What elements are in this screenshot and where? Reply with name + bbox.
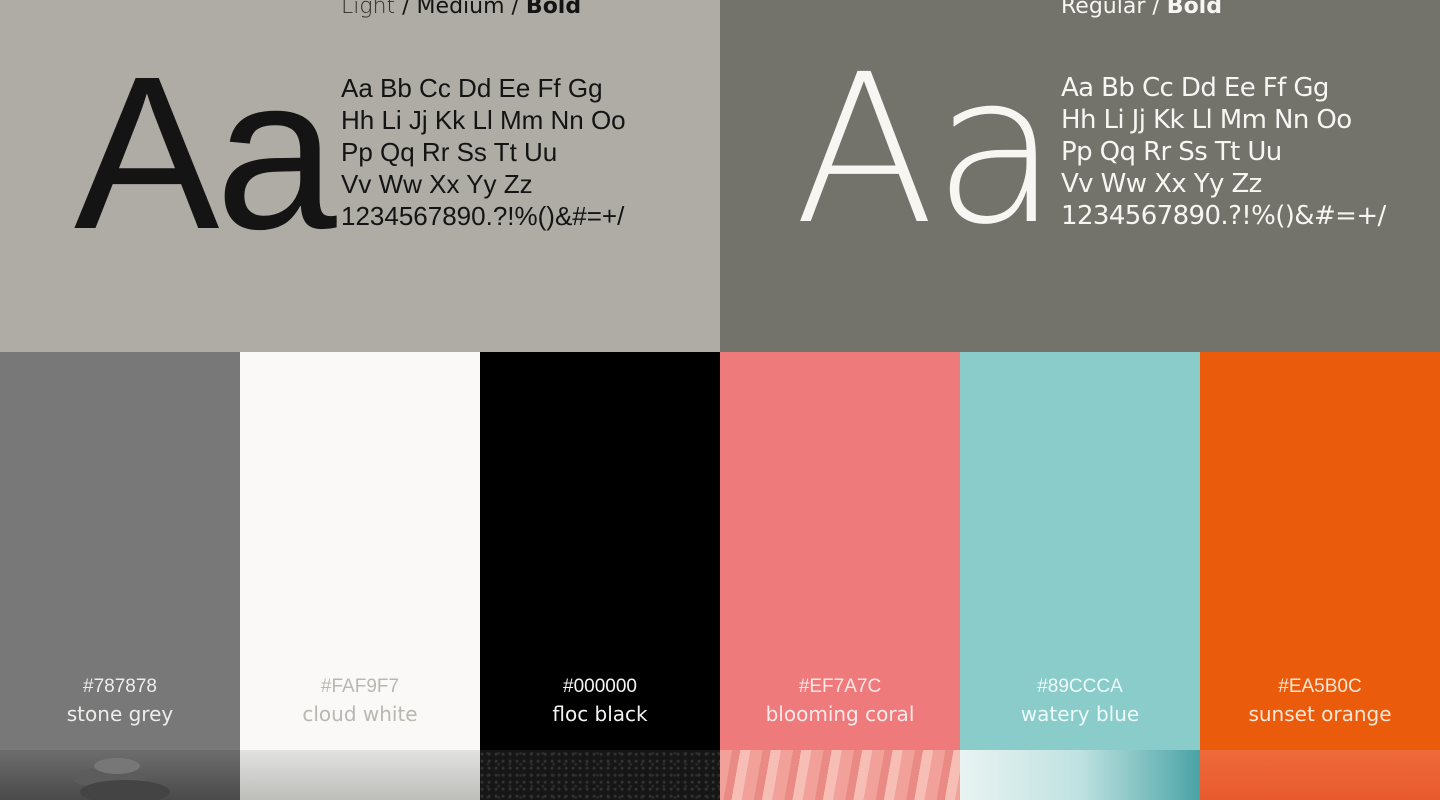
color-swatch-sunset-orange: #EA5B0C sunset orange [1200,352,1440,800]
secondary-typeface-panel: Regular / Bold Aa Aa Bb Cc Dd Ee Ff Gg H… [720,0,1440,352]
weight-medium-label: Medium [416,0,505,19]
swatch-color-name: cloud white [302,702,418,726]
glyph-line: Hh Li Jj Kk Ll Mm Nn Oo [341,105,626,135]
weight-separator: / [504,0,526,19]
glyph-line: 1234567890.?!%()&#=+/ [1061,201,1386,231]
swatch-hex-code: #FAF9F7 [320,676,400,697]
clouds-photo [240,750,480,800]
color-swatch-cloud-white: #FAF9F7 cloud white [240,352,480,800]
color-swatch-stone-grey: #787878 stone grey [0,352,240,800]
secondary-font-weights: Regular / Bold [1061,0,1222,20]
swatch-hex-code: #EA5B0C [1278,676,1362,697]
petals-photo [720,750,960,800]
weight-regular-label: Regular [1061,0,1146,19]
swatch-color-name: stone grey [66,702,174,726]
swatch-hex-code: #787878 [83,676,157,697]
weight-bold-label: Bold [1166,0,1222,19]
weight-separator: / [395,0,417,19]
primary-typeface-panel: Light / Medium / Bold Aa Aa Bb Cc Dd Ee … [0,0,720,352]
swatch-hex-code: #000000 [563,676,637,697]
glyph-line: Pp Qq Rr Ss Tt Uu [341,137,558,167]
glyph-line: Vv Ww Xx Yy Zz [1061,169,1262,199]
weight-light-label: Light [341,0,396,19]
swatch-color-name: watery blue [1020,702,1140,726]
swatch-color-name: floc black [552,702,648,726]
sunset-photo [1200,750,1440,800]
swatch-color-name: sunset orange [1248,702,1392,726]
dark-texture-photo [480,750,720,800]
secondary-font-specimen: Aa [794,30,1059,270]
color-swatch-watery-blue: #89CCCA watery blue [960,352,1200,800]
glyph-line: Aa Bb Cc Dd Ee Ff Gg [1061,73,1329,103]
color-swatch-floc-black: #000000 floc black [480,352,720,800]
stacked-stones-photo [0,750,240,800]
primary-font-specimen: Aa [74,32,337,275]
color-swatch-blooming-coral: #EF7A7C blooming coral [720,352,960,800]
glyph-line: Pp Qq Rr Ss Tt Uu [1061,137,1282,167]
secondary-font-glyph-set: Aa Bb Cc Dd Ee Ff Gg Hh Li Jj Kk Ll Mm N… [1061,72,1386,232]
weight-bold-label: Bold [525,0,582,19]
swatch-color-name: blooming coral [765,702,915,726]
primary-font-glyph-set: Aa Bb Cc Dd Ee Ff Gg Hh Li Jj Kk Ll Mm N… [341,72,626,232]
swatch-hex-code: #EF7A7C [798,676,882,697]
glyph-line: 1234567890.?!%()&#=+/ [341,201,625,231]
glyph-line: Hh Li Jj Kk Ll Mm Nn Oo [1061,105,1352,135]
swatch-hex-code: #89CCCA [1037,676,1123,697]
glyph-line: Aa Bb Cc Dd Ee Ff Gg [341,73,603,103]
water-splash-photo [960,750,1200,800]
primary-font-weights: Light / Medium / Bold [341,0,581,20]
glyph-line: Vv Ww Xx Yy Zz [341,169,533,199]
weight-separator: / [1145,0,1167,19]
